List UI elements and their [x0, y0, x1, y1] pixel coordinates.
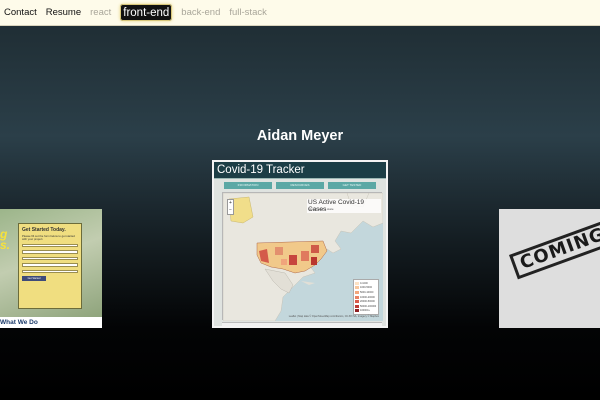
coming-soon-stamp: COMING: [509, 213, 600, 280]
section-title: What We Do: [0, 319, 38, 326]
nav-contact[interactable]: Contact: [4, 7, 37, 18]
legend-label: 50000-100000: [360, 304, 377, 308]
map-legend: 0-1000 1000-5000 5000-10000 10000-20000 …: [353, 279, 379, 315]
project-hero-text: g s.: [0, 227, 11, 252]
profile-name: Aidan Meyer: [256, 128, 344, 144]
top-nav: Contact Resume react front-end back-end …: [0, 0, 600, 26]
nav-front-end[interactable]: front-end: [120, 4, 173, 21]
legend-label: 10000-20000: [360, 295, 375, 299]
tracker-footer: [222, 322, 382, 326]
covid-map: + − US Active Covid-19 Cases Hover over a…: [222, 192, 383, 321]
nav-react[interactable]: react: [90, 7, 111, 18]
signup-form-preview: Get Started Today. Please fill out the f…: [18, 223, 82, 309]
form-field: [22, 256, 78, 261]
form-title: Get Started Today.: [22, 227, 66, 233]
project-card-left[interactable]: g s. Get Started Today. Please fill out …: [0, 209, 102, 328]
tracker-title: Covid-19 Tracker: [214, 162, 386, 179]
legend-row: 100000+: [355, 309, 377, 314]
tab-get-tested: GET TESTED: [328, 182, 376, 189]
legend-label: 20000-50000: [360, 300, 375, 304]
form-text: Please fill out the form below to get st…: [22, 234, 75, 242]
map-attribution: Leaflet | Map data © OpenStreetMap contr…: [288, 315, 379, 318]
form-field: [22, 269, 78, 274]
tab-information: INFORMATION: [224, 182, 272, 189]
legend-label: 5000-10000: [360, 290, 374, 294]
project-card-coming-soon[interactable]: COMING: [499, 209, 600, 328]
legend-label: 0-1000: [360, 281, 368, 285]
nav-full-stack[interactable]: full-stack: [229, 7, 266, 18]
tracker-tabs: INFORMATION RESOURCES GET TESTED: [214, 179, 386, 189]
map-subtitle: Hover over a state: [309, 207, 334, 211]
nav-back-end[interactable]: back-end: [181, 7, 220, 18]
zoom-control[interactable]: + −: [227, 199, 234, 215]
legend-label: 1000-5000: [360, 286, 372, 290]
form-field: [22, 263, 78, 267]
form-submit-button: Get Started: [22, 276, 46, 282]
form-field: [22, 250, 78, 254]
form-field: [22, 243, 78, 248]
legend-label: 100000+: [360, 309, 370, 313]
nav-resume[interactable]: Resume: [46, 7, 81, 18]
tab-resources: RESOURCES: [276, 182, 324, 189]
project-card-covid-tracker[interactable]: Covid-19 Tracker INFORMATION RESOURCES G…: [212, 160, 388, 328]
